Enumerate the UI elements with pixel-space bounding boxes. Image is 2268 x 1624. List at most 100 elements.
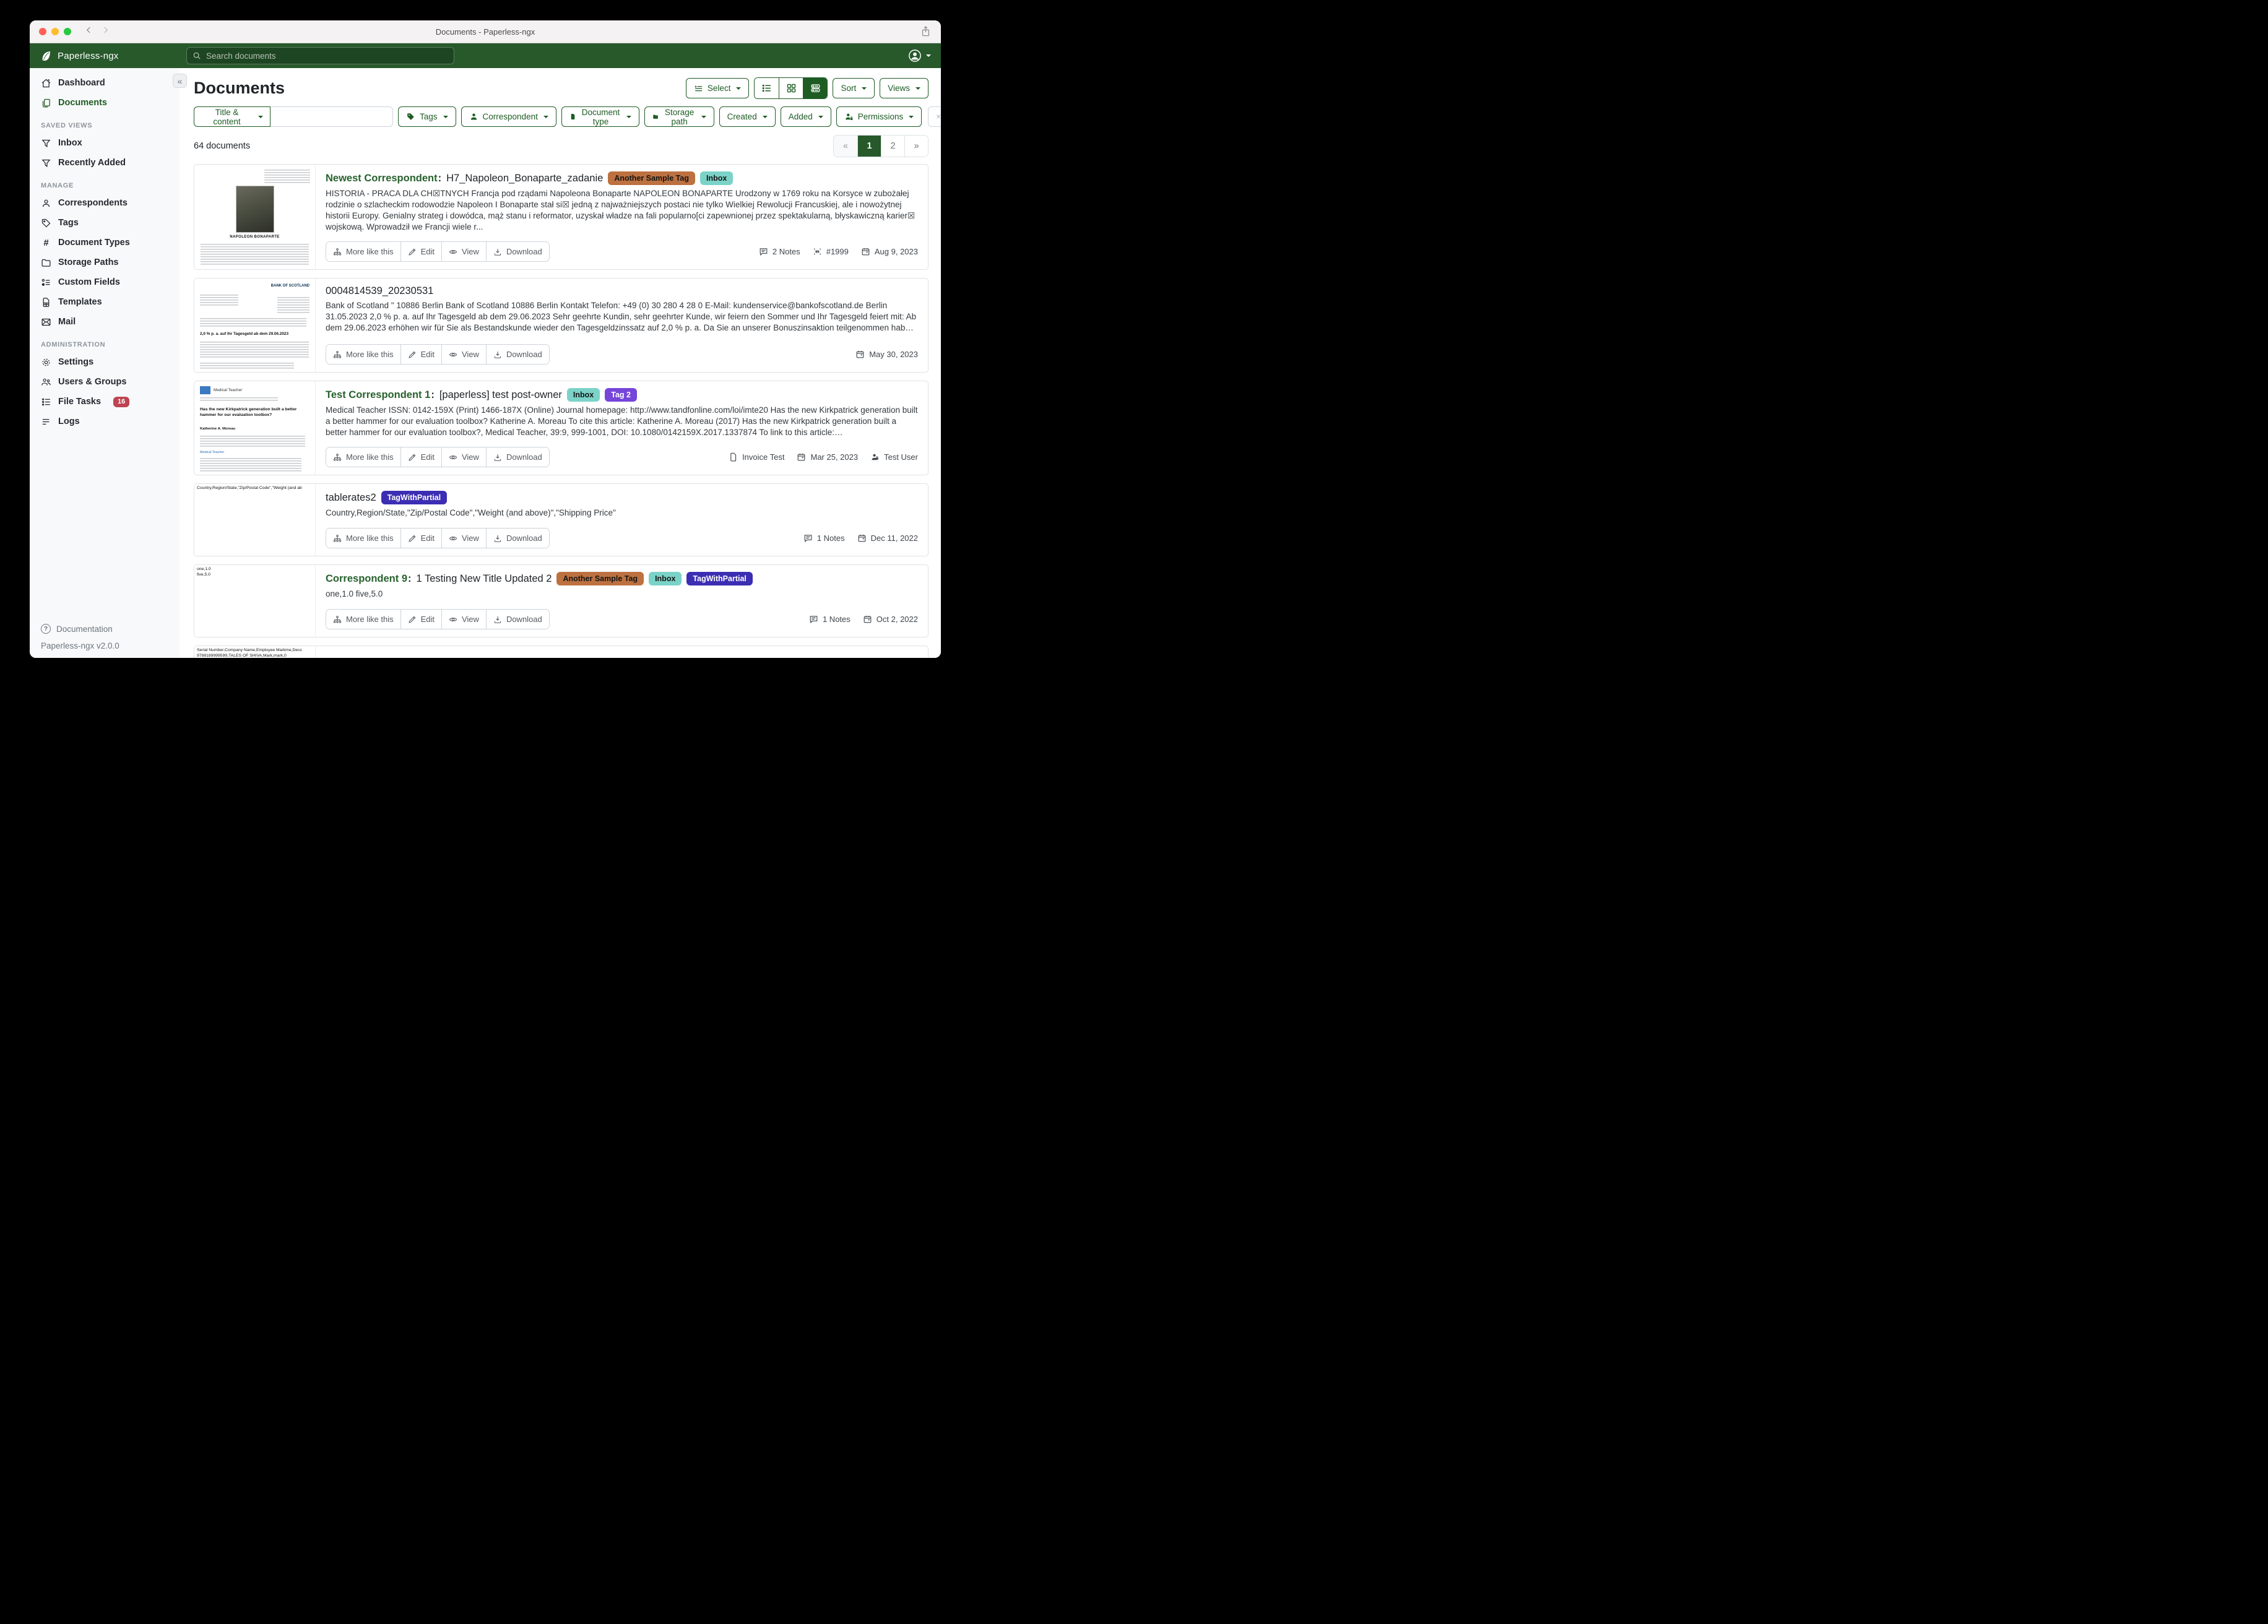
sidebar-item-file-tasks[interactable]: File Tasks 16: [30, 392, 180, 412]
document-thumbnail[interactable]: BANK OF SCOTLAND 2,0 % p. a. auf Ihr Tag…: [194, 279, 316, 372]
tag-badge[interactable]: TagWithPartial: [381, 491, 447, 504]
sidebar-item-tags[interactable]: Tags: [30, 213, 180, 233]
documentation-link[interactable]: ? Documentation: [41, 624, 168, 634]
sidebar-item-inbox[interactable]: Inbox: [30, 133, 180, 153]
sidebar-item-settings[interactable]: Settings: [30, 352, 180, 372]
document-type-meta[interactable]: Invoice Test: [729, 452, 784, 462]
detail-view-button[interactable]: [803, 78, 827, 98]
share-icon[interactable]: [920, 25, 931, 40]
document-thumbnail[interactable]: one,1.0 five,5.0: [194, 565, 316, 637]
tag-badge[interactable]: Inbox: [649, 572, 682, 585]
pagination-prev[interactable]: «: [834, 136, 857, 157]
sidebar-item-custom-fields[interactable]: Custom Fields: [30, 272, 180, 292]
documents-icon: [41, 98, 51, 108]
view-button[interactable]: View: [441, 610, 486, 629]
pagination-page-2[interactable]: 2: [881, 136, 904, 157]
title-content-input[interactable]: [271, 106, 393, 127]
sidebar-item-documents[interactable]: Documents: [30, 93, 180, 113]
more-like-this-button[interactable]: More like this: [326, 345, 400, 364]
browser-forward-button[interactable]: [102, 26, 110, 37]
notes-meta[interactable]: 1 Notes: [809, 615, 850, 624]
tags-filter-button[interactable]: Tags: [398, 106, 456, 127]
document-thumbnail[interactable]: Medical Teacher Has the new Kirkpatrick …: [194, 381, 316, 475]
tag-badge[interactable]: Inbox: [700, 171, 733, 185]
avatar-icon: [908, 49, 922, 63]
grid-view-button[interactable]: [779, 78, 803, 98]
edit-button[interactable]: Edit: [400, 529, 441, 548]
table-view-button[interactable]: [755, 78, 779, 98]
pagination-next[interactable]: »: [904, 136, 928, 157]
sidebar-item-document-types[interactable]: # Document Types: [30, 233, 180, 253]
search-icon: [193, 51, 201, 60]
view-button[interactable]: View: [441, 529, 486, 548]
zoom-window-button[interactable]: [64, 28, 71, 35]
document-title-link[interactable]: H7_Napoleon_Bonaparte_zadanie: [446, 173, 603, 184]
more-like-this-icon: [333, 534, 342, 543]
document-correspondent-link[interactable]: Correspondent 9: [326, 573, 407, 585]
select-button[interactable]: Select: [686, 78, 750, 98]
sort-button[interactable]: Sort: [833, 78, 875, 98]
tag-badge[interactable]: Inbox: [567, 388, 600, 402]
download-button[interactable]: Download: [486, 529, 549, 548]
more-like-this-button[interactable]: More like this: [326, 529, 400, 548]
more-like-this-button[interactable]: More like this: [326, 242, 400, 261]
download-button[interactable]: Download: [486, 447, 549, 467]
tag-badge[interactable]: Tag 2: [605, 388, 637, 402]
sidebar-item-dashboard[interactable]: Dashboard: [30, 73, 180, 93]
edit-button[interactable]: Edit: [400, 345, 441, 364]
document-thumbnail[interactable]: Country,Region/State,"Zip/Postal Code","…: [194, 484, 316, 556]
notes-meta[interactable]: 2 Notes: [759, 247, 800, 256]
document-type-filter-button[interactable]: Document type: [561, 106, 640, 127]
sidebar-item-storage-paths[interactable]: Storage Paths: [30, 253, 180, 272]
sidebar-collapse-button[interactable]: «: [173, 74, 187, 88]
document-title-link[interactable]: 0004814539_20230531: [326, 285, 433, 297]
paperless-leaf-logo: [40, 50, 52, 62]
reset-filters-button[interactable]: × Reset filters: [928, 106, 941, 127]
app-brand[interactable]: Paperless-ngx: [30, 50, 186, 62]
document-correspondent-link[interactable]: Test Correspondent 1: [326, 389, 430, 401]
document-correspondent-link[interactable]: Newest Correspondent: [326, 173, 438, 184]
question-icon: ?: [41, 624, 51, 634]
minimize-window-button[interactable]: [51, 28, 59, 35]
tag-badge[interactable]: TagWithPartial: [686, 572, 752, 585]
document-title-link[interactable]: tablerates2: [326, 492, 376, 504]
browser-back-button[interactable]: [85, 26, 93, 37]
correspondent-filter-button[interactable]: Correspondent: [461, 106, 556, 127]
edit-button[interactable]: Edit: [400, 242, 441, 261]
notes-meta[interactable]: 1 Notes: [803, 533, 845, 543]
more-like-this-button[interactable]: More like this: [326, 447, 400, 467]
tag-badge[interactable]: Another Sample Tag: [556, 572, 644, 585]
sidebar-item-templates[interactable]: Templates: [30, 292, 180, 312]
view-button[interactable]: View: [441, 447, 486, 467]
close-window-button[interactable]: [39, 28, 46, 35]
document-preview: HISTORIA - PRACA DLA CH☒TNYCH Francja po…: [326, 188, 918, 233]
permissions-filter-button[interactable]: Permissions: [836, 106, 922, 127]
download-button[interactable]: Download: [486, 610, 549, 629]
edit-button[interactable]: Edit: [400, 447, 441, 467]
title-content-dropdown[interactable]: Title & content: [194, 106, 271, 127]
views-button[interactable]: Views: [880, 78, 928, 98]
view-button[interactable]: View: [441, 345, 486, 364]
pagination-page-1[interactable]: 1: [857, 136, 881, 157]
sidebar-item-users-groups[interactable]: Users & Groups: [30, 372, 180, 392]
document-title-link[interactable]: 1 Testing New Title Updated 2: [417, 573, 552, 585]
created-filter-button[interactable]: Created: [719, 106, 776, 127]
sidebar-item-correspondents[interactable]: Correspondents: [30, 193, 180, 213]
more-like-this-button[interactable]: More like this: [326, 610, 400, 629]
edit-button[interactable]: Edit: [400, 610, 441, 629]
download-button[interactable]: Download: [486, 242, 549, 261]
added-filter-button[interactable]: Added: [781, 106, 831, 127]
storage-path-filter-button[interactable]: Storage path: [644, 106, 714, 127]
sidebar-item-recently-added[interactable]: Recently Added: [30, 153, 180, 173]
tag-badge[interactable]: Another Sample Tag: [608, 171, 695, 185]
download-button[interactable]: Download: [486, 345, 549, 364]
sidebar-item-logs[interactable]: Logs: [30, 412, 180, 431]
sidebar-item-mail[interactable]: Mail: [30, 312, 180, 332]
view-button[interactable]: View: [441, 242, 486, 261]
user-menu[interactable]: [908, 49, 931, 63]
document-thumbnail[interactable]: NAPOLEON BONAPARTE: [194, 165, 316, 269]
search-input[interactable]: [206, 51, 448, 61]
task-list-icon: [41, 397, 51, 407]
document-title-link[interactable]: [paperless] test post-owner: [439, 389, 562, 401]
document-thumbnail[interactable]: Serial Number,Company Name,Employee Mark…: [194, 646, 316, 658]
